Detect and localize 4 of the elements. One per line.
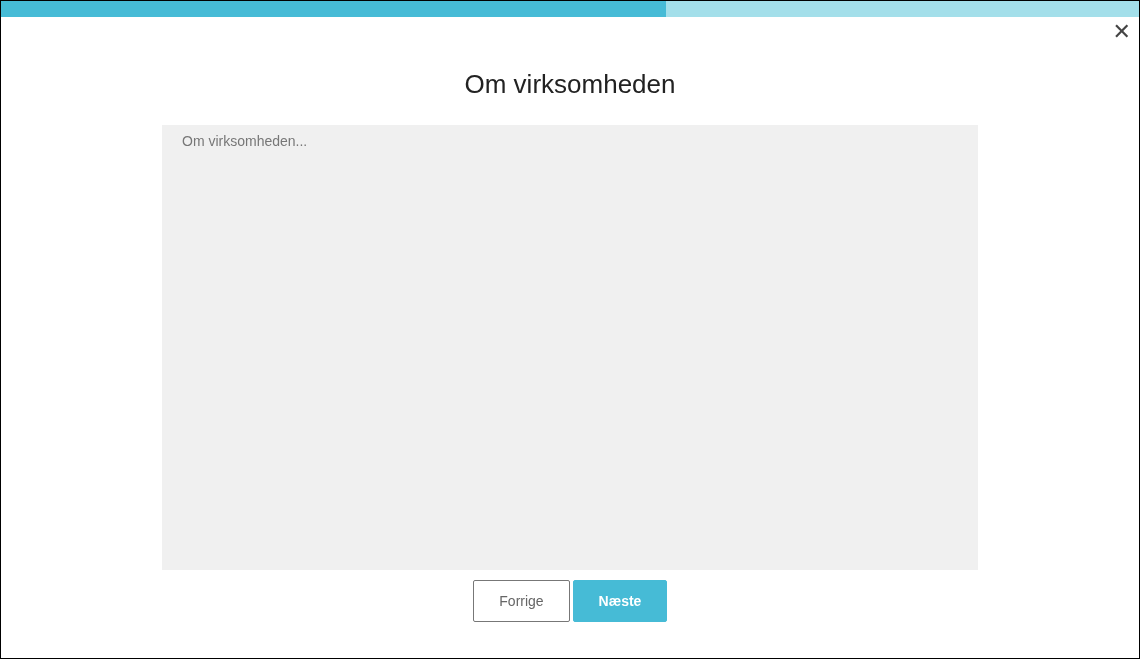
- dialog-title: Om virksomheden: [463, 68, 677, 101]
- text-area[interactable]: Om virksomheden...: [162, 125, 978, 570]
- close-button[interactable]: ✕: [1108, 19, 1135, 45]
- previous-button[interactable]: Forrige: [473, 580, 570, 622]
